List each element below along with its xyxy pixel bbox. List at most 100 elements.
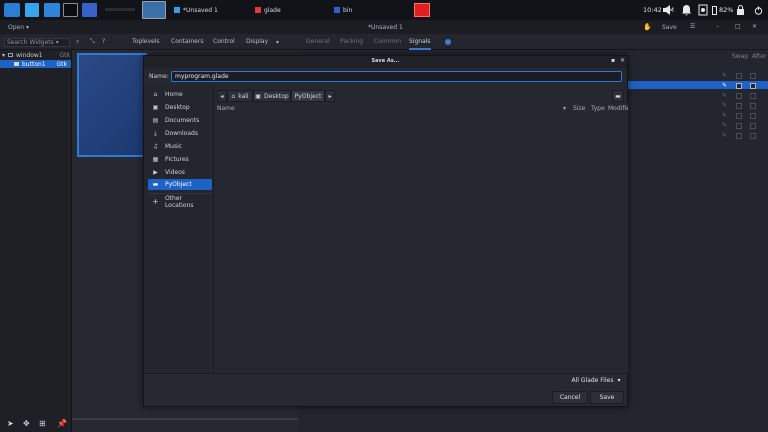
edit-icon[interactable]: ✎ [722, 92, 727, 99]
open-button[interactable]: Open ▾ [8, 24, 29, 31]
margins-mode-icon[interactable]: ⊞ [39, 419, 46, 428]
menu-icon[interactable]: ☰ [690, 23, 695, 30]
place-music[interactable]: ♫ Music [148, 141, 212, 152]
edit-icon[interactable]: ✎ [722, 132, 727, 139]
save-button[interactable]: Save [662, 24, 677, 31]
place-documents[interactable]: ▤ Documents [148, 115, 212, 126]
terminal-icon[interactable] [63, 3, 78, 17]
info-icon[interactable] [445, 39, 451, 45]
tab-common[interactable]: Common [374, 34, 401, 50]
sort-chevron-icon[interactable]: ▾ [563, 105, 566, 112]
swap-checkbox[interactable] [736, 103, 742, 109]
signal-row[interactable]: ✎ [720, 92, 768, 100]
signal-row[interactable]: ✎ [720, 122, 768, 130]
glade-app-icon[interactable] [142, 1, 166, 19]
tab-general[interactable]: General [306, 34, 330, 50]
after-checkbox[interactable] [750, 123, 756, 129]
signal-row[interactable]: ✎ [720, 132, 768, 140]
column-header-name[interactable]: Name [217, 105, 235, 112]
new-folder-button[interactable]: ▬ [612, 90, 624, 102]
tree-row-window1[interactable]: ▾ window1 Gtk [2, 51, 70, 59]
task-bin[interactable]: bin [334, 4, 352, 16]
align-mode-icon[interactable]: 📌 [57, 419, 67, 428]
after-checkbox[interactable] [750, 133, 756, 139]
after-checkbox[interactable] [750, 73, 756, 79]
place-other-locations[interactable]: + Other Locations [148, 195, 212, 209]
path-segment-kali[interactable]: ⌂ kali [227, 90, 253, 102]
place-videos[interactable]: ▶ Videos [148, 167, 212, 178]
signal-row[interactable]: ✎ [720, 82, 768, 90]
tab-control[interactable]: Control [213, 34, 235, 50]
search-widgets-input[interactable]: Search Widgets ▾ [4, 38, 70, 47]
notifications-icon[interactable] [681, 3, 693, 17]
network-icon[interactable] [698, 3, 710, 17]
close-icon[interactable]: ✕ [752, 23, 757, 30]
task-unsaved[interactable]: *Unsaved 1 [174, 4, 218, 16]
path-segment-desktop[interactable]: ▣ Desktop [253, 90, 291, 102]
tab-toplevels[interactable]: Toplevels [132, 34, 160, 50]
swap-checkbox[interactable] [736, 113, 742, 119]
edit-icon[interactable]: ✎ [722, 122, 727, 129]
cancel-button[interactable]: Cancel [552, 391, 588, 404]
tree-row-button1[interactable]: button1 Gtk [0, 60, 71, 68]
place-pyobject[interactable]: ▬ PyObject [148, 179, 212, 190]
maximize-icon[interactable]: □ [735, 23, 741, 30]
edit-icon[interactable]: ✎ [722, 72, 727, 79]
file-filter-select[interactable]: All Glade Files ▾ [567, 374, 625, 387]
power-icon[interactable] [754, 3, 764, 17]
filename-input[interactable] [171, 71, 622, 82]
swap-checkbox[interactable] [736, 123, 742, 129]
column-header-modified[interactable]: Modifie [608, 105, 628, 112]
edit-icon[interactable]: ✎ [722, 112, 727, 119]
column-header-type[interactable]: Type [591, 105, 605, 112]
after-checkbox[interactable] [750, 83, 756, 89]
file-list[interactable]: Name ▾ Size Type Modifie [215, 103, 628, 373]
save-dialog-button[interactable]: Save [590, 391, 624, 404]
tab-display[interactable]: Display [246, 34, 268, 50]
signal-row[interactable]: ✎ [720, 112, 768, 120]
column-header-size[interactable]: Size [573, 105, 585, 112]
pointer-mode-icon[interactable]: ➤ [7, 419, 14, 428]
after-checkbox[interactable] [750, 113, 756, 119]
signal-row[interactable]: ✎ [720, 72, 768, 80]
minimize-icon[interactable]: – [716, 23, 719, 30]
battery-indicator[interactable]: 82% [712, 3, 733, 17]
help-icon[interactable]: ? [102, 38, 105, 45]
kali-menu-icon[interactable] [4, 3, 20, 17]
pointer-icon[interactable]: ✋ [643, 23, 652, 31]
signal-row[interactable]: ✎ [720, 102, 768, 110]
path-forward-button[interactable]: ▸ [325, 90, 335, 102]
select-icon[interactable]: ⤡ [90, 38, 95, 46]
swap-checkbox[interactable] [736, 73, 742, 79]
dialog-close-icon[interactable]: ✕ [620, 57, 625, 64]
path-back-button[interactable]: ◂ [217, 90, 227, 102]
active-task-indicator[interactable] [414, 3, 430, 17]
edit-icon[interactable]: ✎ [722, 102, 727, 109]
browser-icon[interactable] [82, 3, 97, 17]
edit-icon[interactable]: ✎ [722, 82, 727, 89]
place-home[interactable]: ⌂ Home [148, 89, 212, 100]
swap-checkbox[interactable] [736, 93, 742, 99]
volume-icon[interactable] [662, 3, 676, 17]
chevron-down-icon[interactable]: ▾ [276, 39, 279, 46]
search-icon[interactable]: ⌕ [76, 38, 79, 46]
dialog-maximize-icon[interactable]: ▪ [611, 57, 615, 64]
after-checkbox[interactable] [750, 93, 756, 99]
after-checkbox[interactable] [750, 103, 756, 109]
swap-checkbox[interactable] [736, 83, 742, 89]
tab-signals[interactable]: Signals [409, 34, 431, 50]
task-glade[interactable]: glade [255, 4, 281, 16]
workspace-icon[interactable] [25, 3, 39, 17]
place-desktop[interactable]: ▣ Desktop [148, 102, 212, 113]
drag-mode-icon[interactable]: ✥ [23, 419, 30, 428]
lock-icon[interactable] [736, 3, 746, 17]
tab-containers[interactable]: Containers [171, 34, 203, 50]
design-window-widget[interactable] [77, 53, 147, 157]
files-icon[interactable] [44, 3, 60, 17]
expander-icon[interactable]: ▾ [2, 52, 5, 59]
place-downloads[interactable]: ⤓ Downloads [148, 128, 212, 139]
swap-checkbox[interactable] [736, 133, 742, 139]
tab-packing[interactable]: Packing [340, 34, 363, 50]
path-segment-pyobject[interactable]: PyObject [291, 90, 325, 102]
place-pictures[interactable]: ▦ Pictures [148, 154, 212, 165]
